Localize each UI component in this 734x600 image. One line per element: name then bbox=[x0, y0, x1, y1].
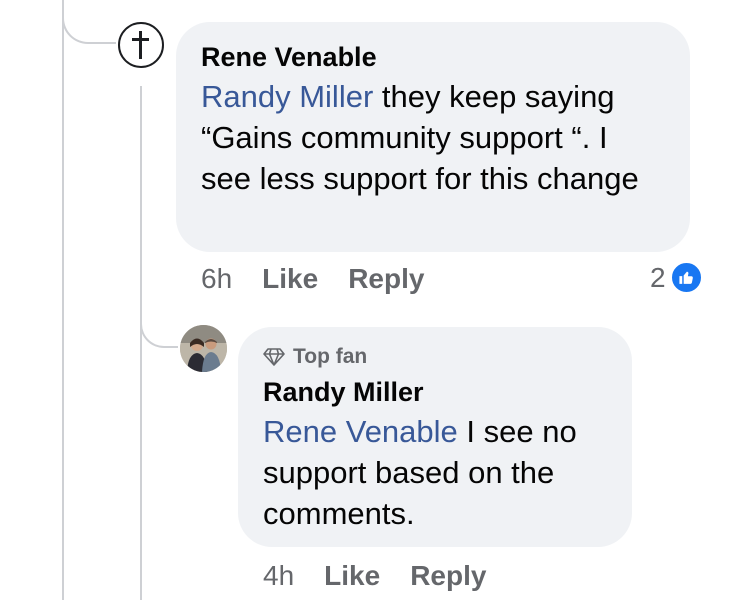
comment-mention[interactable]: Randy Miller bbox=[201, 79, 373, 114]
reaction-count: 2 bbox=[650, 261, 666, 293]
reply-reply-button[interactable]: Reply bbox=[410, 560, 486, 592]
comment-reactions[interactable]: 2 bbox=[650, 261, 703, 294]
comment-reply-button[interactable]: Reply bbox=[348, 263, 424, 295]
diamond-icon bbox=[263, 348, 285, 366]
thumbs-up-icon bbox=[678, 271, 693, 284]
replier-avatar[interactable] bbox=[180, 325, 227, 372]
outer-thread-line bbox=[62, 0, 64, 600]
reply-like-button[interactable]: Like bbox=[324, 560, 380, 592]
like-reaction-icon bbox=[669, 261, 703, 294]
reply-timestamp[interactable]: 4h bbox=[263, 560, 294, 592]
reply-thread-line bbox=[140, 86, 142, 600]
comment-like-button[interactable]: Like bbox=[262, 263, 318, 295]
top-fan-badge: Top fan bbox=[263, 343, 608, 371]
comment-timestamp[interactable]: 6h bbox=[201, 263, 232, 295]
reply-mention[interactable]: Rene Venable bbox=[263, 414, 458, 449]
top-fan-label: Top fan bbox=[293, 345, 368, 368]
profile-photo bbox=[180, 325, 227, 372]
comment-actions: 6h Like Reply bbox=[201, 263, 454, 295]
reply-actions: 4h Like Reply bbox=[263, 560, 516, 592]
cross-icon bbox=[132, 31, 149, 59]
comment-text: Randy Miller they keep saying “Gains com… bbox=[201, 76, 666, 199]
comment-connector-curve bbox=[62, 0, 116, 44]
reply-bubble: Top fan Randy Miller Rene Venable I see … bbox=[238, 327, 632, 547]
commenter-avatar[interactable] bbox=[118, 22, 164, 68]
comment-bubble: Rene Venable Randy Miller they keep sayi… bbox=[176, 22, 690, 252]
reply-author[interactable]: Randy Miller bbox=[263, 375, 608, 409]
reply-connector-curve bbox=[140, 310, 178, 348]
reply-text: Rene Venable I see no support based on t… bbox=[263, 411, 608, 534]
comment-author[interactable]: Rene Venable bbox=[201, 40, 666, 74]
